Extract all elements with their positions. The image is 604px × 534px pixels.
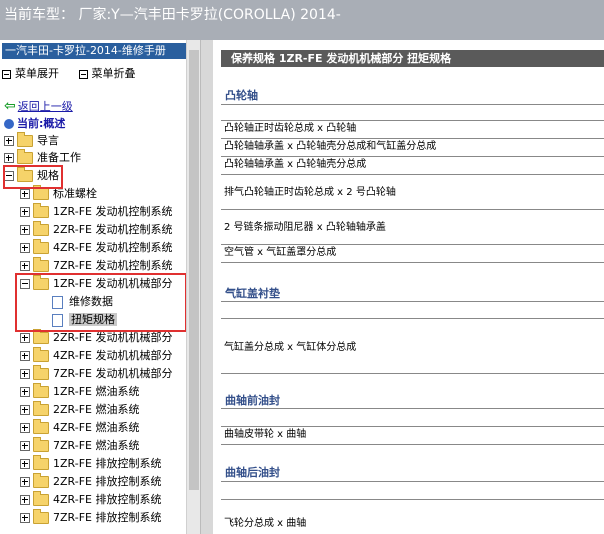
tree-item-7zr-emission[interactable]: 7ZR-FE 排放控制系统 — [20, 509, 161, 527]
expand-toggle-icon[interactable] — [4, 136, 14, 146]
highlight-box-engine-mechanical — [15, 273, 187, 332]
window-titlebar: 当前车型： 厂家:Y—汽丰田卡罗拉(COROLLA) 2014- — [0, 0, 604, 40]
table-row: 气缸盖分总成 x 气缸体分总成 — [221, 319, 604, 374]
folder-icon — [33, 437, 49, 452]
folder-icon — [17, 149, 33, 164]
spec-table-head-gasket: 气缸盖分总成 x 气缸体分总成 — [221, 301, 604, 374]
collapse-all-button[interactable]: 菜单折叠 — [78, 67, 136, 80]
folder-icon — [33, 185, 49, 200]
tree-item-7zr-fuel[interactable]: 7ZR-FE 燃油系统 — [20, 437, 139, 455]
spec-table-rear-oil-seal: 飞轮分总成 x 曲轴 — [221, 481, 604, 534]
folder-icon — [33, 383, 49, 398]
tree-item-1zr-engine-control[interactable]: 1ZR-FE 发动机控制系统 — [20, 203, 172, 221]
expand-toggle-icon[interactable] — [20, 513, 30, 523]
expand-toggle-icon[interactable] — [20, 333, 30, 343]
expand-toggle-icon[interactable] — [20, 459, 30, 469]
expand-toggle-icon[interactable] — [20, 225, 30, 235]
window-title: 当前车型： 厂家:Y—汽丰田卡罗拉(COROLLA) 2014- — [4, 7, 341, 23]
expand-icon — [2, 69, 11, 79]
sidebar: 一汽丰田-卡罗拉-2014-维修手册 菜单展开 菜单折叠 ⇦ 返回上一级 当前:概… — [0, 40, 200, 534]
folder-icon — [33, 419, 49, 434]
pane-divider[interactable] — [200, 40, 214, 534]
folder-icon — [33, 347, 49, 362]
tree-item-intro[interactable]: 导言 — [4, 132, 59, 150]
spec-table-camshaft: 凸轮轴正时齿轮总成 x 凸轮轴 凸轮轴轴承盖 x 凸轮轴壳分总成和气缸盖分总成 … — [221, 104, 604, 263]
expand-toggle-icon[interactable] — [20, 207, 30, 217]
section-title: 凸轮轴 — [225, 89, 258, 102]
highlight-box-specifications — [3, 165, 63, 189]
folder-icon — [33, 509, 49, 524]
folder-icon — [33, 365, 49, 380]
folder-icon — [33, 455, 49, 470]
tree-item-2zr-fuel[interactable]: 2ZR-FE 燃油系统 — [20, 401, 139, 419]
table-row — [221, 482, 604, 500]
expand-toggle-icon[interactable] — [4, 153, 14, 163]
tree-item-4zr-emission[interactable]: 4ZR-FE 排放控制系统 — [20, 491, 161, 509]
section-title: 曲轴前油封 — [225, 394, 280, 407]
expand-toggle-icon[interactable] — [20, 243, 30, 253]
tree-item-7zr-engine-mechanical[interactable]: 7ZR-FE 发动机机械部分 — [20, 365, 172, 383]
expand-toggle-icon[interactable] — [20, 351, 30, 361]
table-row: 空气管 x 气缸盖罩分总成 — [221, 245, 604, 263]
expand-toggle-icon[interactable] — [20, 495, 30, 505]
expand-toggle-icon[interactable] — [20, 189, 30, 199]
spec-table-front-oil-seal: 曲轴皮带轮 x 曲轴 — [221, 408, 604, 445]
folder-icon — [33, 473, 49, 488]
back-arrow-icon: ⇦ — [4, 98, 16, 114]
table-row — [221, 302, 604, 319]
section-title: 气缸盖衬垫 — [225, 287, 280, 300]
expand-toggle-icon[interactable] — [20, 477, 30, 487]
expand-toggle-icon[interactable] — [20, 441, 30, 451]
tree-item-4zr-engine-control[interactable]: 4ZR-FE 发动机控制系统 — [20, 239, 172, 257]
folder-icon — [33, 401, 49, 416]
sidebar-scrollbar[interactable] — [186, 40, 200, 534]
folder-icon — [33, 239, 49, 254]
tree-item-1zr-fuel[interactable]: 1ZR-FE 燃油系统 — [20, 383, 139, 401]
tree-item-4zr-engine-mechanical[interactable]: 4ZR-FE 发动机机械部分 — [20, 347, 172, 365]
document-header: 保养规格 1ZR-FE 发动机机械部分 扭矩规格 — [221, 50, 604, 67]
expand-toggle-icon[interactable] — [20, 423, 30, 433]
current-icon — [4, 119, 14, 129]
table-row: 凸轮轴轴承盖 x 凸轮轴壳分总成 — [221, 157, 604, 175]
section-title: 曲轴后油封 — [225, 466, 280, 479]
expand-all-button[interactable]: 菜单展开 — [2, 67, 59, 80]
content-pane: 保养规格 1ZR-FE 发动机机械部分 扭矩规格 凸轮轴 凸轮轴正时齿轮总成 x… — [213, 40, 604, 534]
table-row: 飞轮分总成 x 曲轴 — [221, 500, 604, 534]
scrollbar-thumb[interactable] — [189, 50, 199, 490]
expand-toggle-icon[interactable] — [20, 261, 30, 271]
table-row: 排气凸轮轴正时齿轮总成 x 2 号凸轮轴 — [221, 175, 604, 210]
back-link[interactable]: ⇦ 返回上一级 — [4, 98, 73, 114]
expand-toggle-icon[interactable] — [20, 387, 30, 397]
folder-icon — [33, 221, 49, 236]
tree-item-1zr-emission[interactable]: 1ZR-FE 排放控制系统 — [20, 455, 161, 473]
folder-icon — [33, 329, 49, 344]
expand-toggle-icon[interactable] — [20, 405, 30, 415]
table-row: 2 号链条振动阻尼器 x 凸轮轴轴承盖 — [221, 210, 604, 245]
tree-item-2zr-engine-control[interactable]: 2ZR-FE 发动机控制系统 — [20, 221, 172, 239]
table-row: 曲轴皮带轮 x 曲轴 — [221, 427, 604, 445]
menu-controls: 菜单展开 菜单折叠 — [2, 65, 152, 81]
tree-item-4zr-fuel[interactable]: 4ZR-FE 燃油系统 — [20, 419, 139, 437]
current-location: 当前:概述 — [4, 115, 65, 131]
folder-icon — [33, 491, 49, 506]
expand-toggle-icon[interactable] — [20, 369, 30, 379]
folder-icon — [33, 257, 49, 272]
collapse-icon — [78, 69, 88, 79]
folder-icon — [17, 132, 33, 147]
folder-icon — [33, 203, 49, 218]
sidebar-header: 一汽丰田-卡罗拉-2014-维修手册 — [2, 43, 189, 59]
tree-item-2zr-emission[interactable]: 2ZR-FE 排放控制系统 — [20, 473, 161, 491]
